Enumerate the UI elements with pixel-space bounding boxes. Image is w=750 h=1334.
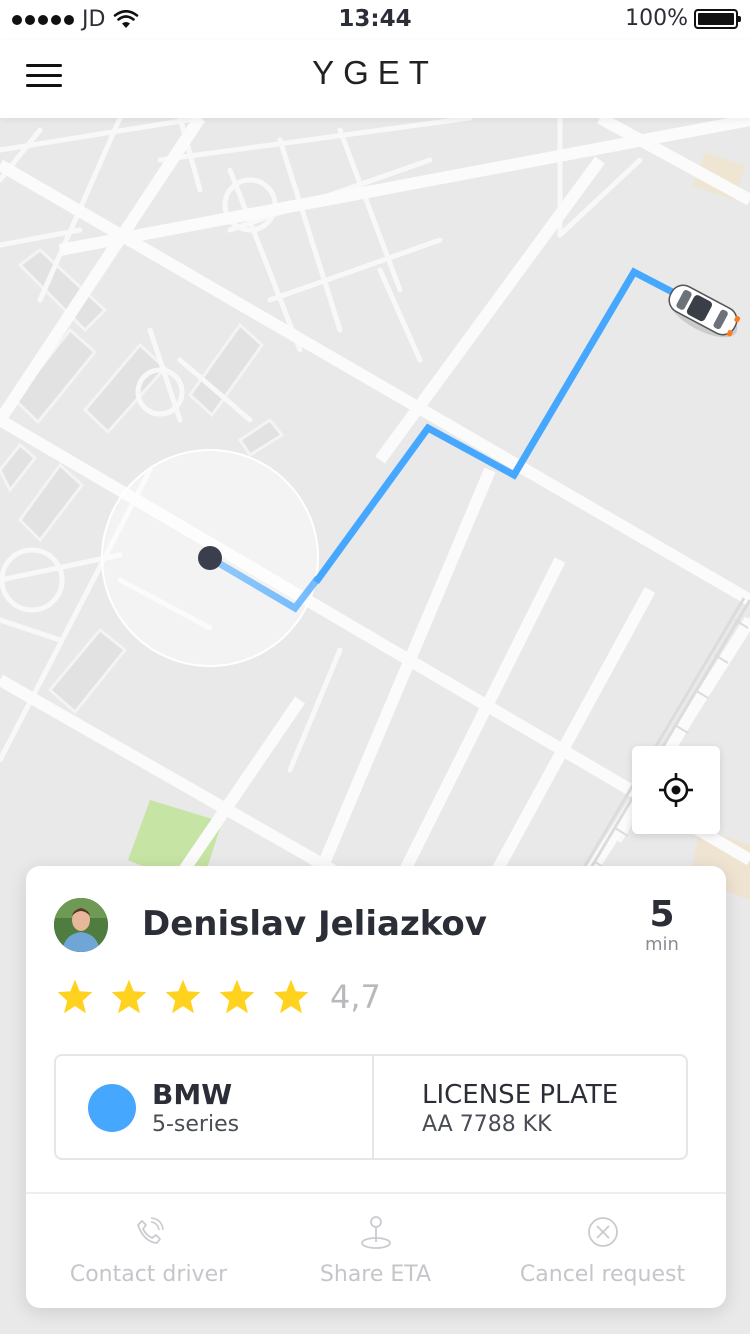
contact-driver-button[interactable]: Contact driver — [32, 1212, 265, 1287]
share-eta-button[interactable]: Share ETA — [259, 1212, 492, 1287]
battery-percent: 100% — [625, 6, 688, 31]
car-model: 5-series — [152, 1112, 240, 1137]
car-color-swatch — [88, 1084, 136, 1132]
status-bar: JD 13:44 100% — [0, 0, 750, 40]
star-icon — [111, 979, 147, 1014]
user-location-marker — [198, 546, 222, 570]
star-icon — [165, 979, 201, 1014]
share-eta-label: Share ETA — [319, 1262, 432, 1287]
phone-icon — [136, 1217, 164, 1244]
driver-name: Denislav Jeliazkov — [142, 904, 487, 944]
locate-crosshair-icon — [659, 773, 693, 807]
status-right: 100% — [625, 6, 741, 31]
location-pin-icon — [360, 1216, 391, 1249]
license-plate-value: AA 7788 KK — [422, 1112, 552, 1137]
locate-me-button[interactable] — [632, 746, 720, 834]
driver-card: Denislav Jeliazkov 5 min 4,7 BMW 5-serie… — [26, 866, 726, 1308]
close-circle-icon — [587, 1217, 618, 1247]
rating-value: 4,7 — [330, 978, 381, 1016]
brand-title: YGET — [312, 54, 438, 91]
car-make: BMW — [152, 1078, 233, 1111]
driver-avatar — [54, 898, 108, 952]
cancel-request-button[interactable]: Cancel request — [486, 1212, 719, 1287]
eta-unit: min — [645, 934, 679, 955]
star-icon — [219, 979, 255, 1014]
vehicle-info-box: BMW 5-series LICENSE PLATE AA 7788 KK — [54, 1054, 688, 1160]
card-divider — [26, 1192, 726, 1194]
star-icon — [57, 979, 93, 1014]
eta-value: 5 — [649, 894, 675, 935]
star-icon — [273, 979, 309, 1014]
app-header: YGET — [0, 40, 750, 118]
info-divider — [372, 1056, 374, 1158]
rating-stars — [56, 978, 310, 1014]
cancel-request-label: Cancel request — [519, 1262, 686, 1287]
battery-icon — [694, 8, 741, 29]
license-plate-label: LICENSE PLATE — [422, 1080, 619, 1110]
contact-driver-label: Contact driver — [69, 1262, 228, 1287]
